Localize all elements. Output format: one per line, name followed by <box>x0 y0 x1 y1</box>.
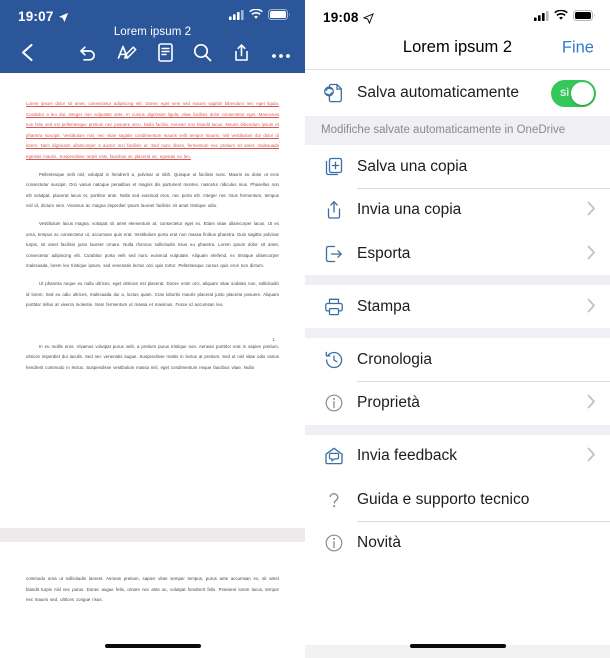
spellcheck-text: Lorem ipsum dolor sit amet, consectetur … <box>26 101 279 159</box>
wifi-icon <box>249 7 263 25</box>
menu-nav-header: Lorem ipsum 2 Fine <box>305 26 610 70</box>
info-circle-icon <box>323 532 357 554</box>
location-arrow-icon <box>362 12 374 24</box>
share-icon[interactable] <box>232 43 251 67</box>
section-divider <box>305 328 610 338</box>
chevron-left-icon[interactable] <box>19 43 36 67</box>
paragraph-5: In eu mollis eros. Vivamus volutpat puru… <box>26 343 279 370</box>
status-bar: 19:07 <box>0 0 305 26</box>
status-system-icons <box>229 7 291 25</box>
right-phone-screen: 19:08 Lorem ipsum 2 Fine Salva automatic… <box>305 0 610 658</box>
chevron-right-icon <box>587 298 596 316</box>
status-system-icons <box>534 8 596 26</box>
left-phone-screen: 19:07 Lorem ipsum 2 Lorem ipsum dolor si… <box>0 0 305 658</box>
home-indicator[interactable] <box>409 644 506 648</box>
paragraph-with-spellcheck: Lorem ipsum dolor sit amet, consectetur … <box>26 99 279 163</box>
undo-arrow-icon[interactable] <box>77 44 97 67</box>
menu-item-label: Salva una copia <box>357 157 468 175</box>
autosave-section: Salva automaticamente SÌ <box>305 70 610 116</box>
autosave-label: Salva automaticamente <box>357 84 519 101</box>
menu-item-label: Cronologia <box>357 350 432 368</box>
menu-item-label: Stampa <box>357 297 411 315</box>
toggle-knob <box>571 81 594 105</box>
status-time-group: 19:08 <box>323 10 374 25</box>
back-button[interactable] <box>0 43 54 67</box>
row-stampa[interactable]: Stampa <box>305 285 610 328</box>
document-page-1[interactable]: Lorem ipsum dolor sit amet, consectetur … <box>0 73 305 528</box>
menu-item-label: Proprietà <box>357 394 420 411</box>
question-mark-icon <box>323 489 357 511</box>
autosave-note: Modifiche salvate automaticamente in One… <box>305 116 610 145</box>
page-title: Lorem ipsum 2 <box>402 38 513 56</box>
paragraph-3: Vestibulum lacus magna, volutpat sit ame… <box>26 220 279 269</box>
section-divider <box>305 275 610 285</box>
row-cronologia[interactable]: Cronologia <box>305 338 610 381</box>
share-upload-icon <box>323 199 357 221</box>
status-time-group: 19:07 <box>18 9 69 24</box>
row-proprieta[interactable]: Proprietà <box>305 381 610 425</box>
paragraph-2: Pellentesque velit nisl, volutpat in hen… <box>26 171 279 209</box>
battery-icon <box>268 7 291 25</box>
ribbon-document-icon[interactable] <box>158 43 173 67</box>
cellular-bars-icon <box>229 7 244 25</box>
document-canvas[interactable]: Lorem ipsum dolor sit amet, consectetur … <box>0 73 305 658</box>
document-page-2[interactable]: commodo urna ut sollicitudin laoreet. Ae… <box>0 542 305 658</box>
row-autosave[interactable]: Salva automaticamente SÌ <box>305 70 610 116</box>
battery-icon <box>573 8 596 26</box>
menu-section-2: Stampa <box>305 285 610 328</box>
status-time: 19:08 <box>323 9 359 25</box>
autosave-toggle-value: SÌ <box>560 87 569 99</box>
cellular-bars-icon <box>534 8 549 26</box>
menu-item-label: Invia feedback <box>357 447 457 464</box>
row-invia-una-copia[interactable]: Invia una copia <box>305 188 610 232</box>
row-esporta[interactable]: Esporta <box>305 232 610 275</box>
search-icon[interactable] <box>193 43 212 67</box>
more-ellipsis-icon[interactable] <box>271 46 291 64</box>
export-arrow-icon <box>323 243 357 265</box>
page2-paragraph: commodo urna ut sollicitudin laoreet. Ae… <box>26 576 279 603</box>
printer-icon <box>323 296 357 318</box>
row-guida-supporto[interactable]: Guida e supporto tecnico <box>305 478 610 521</box>
feedback-envelope-icon <box>323 445 357 467</box>
info-circle-icon <box>323 392 357 414</box>
menu-section-1: Salva una copia Invia una copia Esporta <box>305 145 610 275</box>
document-title: Lorem ipsum 2 <box>113 26 192 38</box>
word-blue-header: 19:07 Lorem ipsum 2 <box>0 0 305 73</box>
section-divider <box>305 424 610 435</box>
paragraph-4: Ut pharetra neque eu nulla ultrices, ege… <box>26 280 279 308</box>
status-bar: 19:08 <box>305 0 610 26</box>
menu-item-label: Novità <box>357 534 401 551</box>
menu-section-3: Cronologia Proprietà <box>305 338 610 425</box>
format-text-pen-icon[interactable] <box>117 43 138 67</box>
dual-screenshot: 19:07 Lorem ipsum 2 Lorem ipsum dolor si… <box>0 0 610 658</box>
menu-item-label: Esporta <box>357 244 411 262</box>
save-copy-plus-icon <box>323 156 357 178</box>
chevron-right-icon <box>587 201 596 219</box>
menu-bottom-filler <box>305 565 610 645</box>
row-salva-una-copia[interactable]: Salva una copia <box>305 145 610 188</box>
menu-item-label: Invia una copia <box>357 201 462 218</box>
word-toolbar <box>0 39 305 71</box>
status-time: 19:07 <box>18 8 54 24</box>
chevron-right-icon <box>587 447 596 465</box>
history-clock-icon <box>323 349 357 371</box>
row-invia-feedback[interactable]: Invia feedback <box>305 434 610 478</box>
chevron-right-icon <box>587 394 596 412</box>
menu-item-label: Guida e supporto tecnico <box>357 490 530 508</box>
done-button[interactable]: Fine <box>562 38 594 57</box>
location-arrow-icon <box>58 11 69 22</box>
toolbar-icons <box>77 43 305 67</box>
chevron-right-icon <box>587 245 596 263</box>
wifi-icon <box>554 8 568 26</box>
autosave-sync-document-icon <box>323 82 357 104</box>
row-novita[interactable]: Novità <box>305 521 610 565</box>
page-break-divider <box>0 528 305 542</box>
menu-section-4: Invia feedback Guida e supporto tecnico <box>305 434 610 565</box>
right-status-wrap: 19:08 <box>305 0 610 26</box>
autosave-toggle[interactable]: SÌ <box>551 79 596 107</box>
home-indicator[interactable] <box>104 644 201 648</box>
